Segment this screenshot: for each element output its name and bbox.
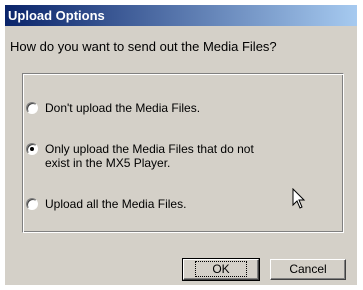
radio-upload-all[interactable] xyxy=(26,198,38,210)
upload-options-dialog: Upload Options How do you want to send o… xyxy=(5,5,357,285)
option-label: Upload all the Media Files. xyxy=(45,197,187,211)
option-dont-upload[interactable]: Don't upload the Media Files. xyxy=(26,101,200,115)
cancel-label: Cancel xyxy=(289,262,327,276)
ok-label: OK xyxy=(195,261,247,277)
cancel-button[interactable]: Cancel xyxy=(270,259,346,280)
option-label: Don't upload the Media Files. xyxy=(45,101,201,115)
option-upload-all[interactable]: Upload all the Media Files. xyxy=(26,197,186,211)
dialog-prompt: How do you want to send out the Media Fi… xyxy=(10,39,277,54)
option-upload-missing[interactable]: Only upload the Media Files that do not … xyxy=(26,142,254,170)
radio-dont-upload[interactable] xyxy=(26,102,38,114)
ok-button[interactable]: OK xyxy=(182,258,260,281)
option-label: Only upload the Media Files that do not … xyxy=(45,142,254,170)
radio-upload-missing[interactable] xyxy=(26,143,38,155)
mouse-pointer-icon xyxy=(292,188,306,209)
dialog-title: Upload Options xyxy=(5,5,357,26)
